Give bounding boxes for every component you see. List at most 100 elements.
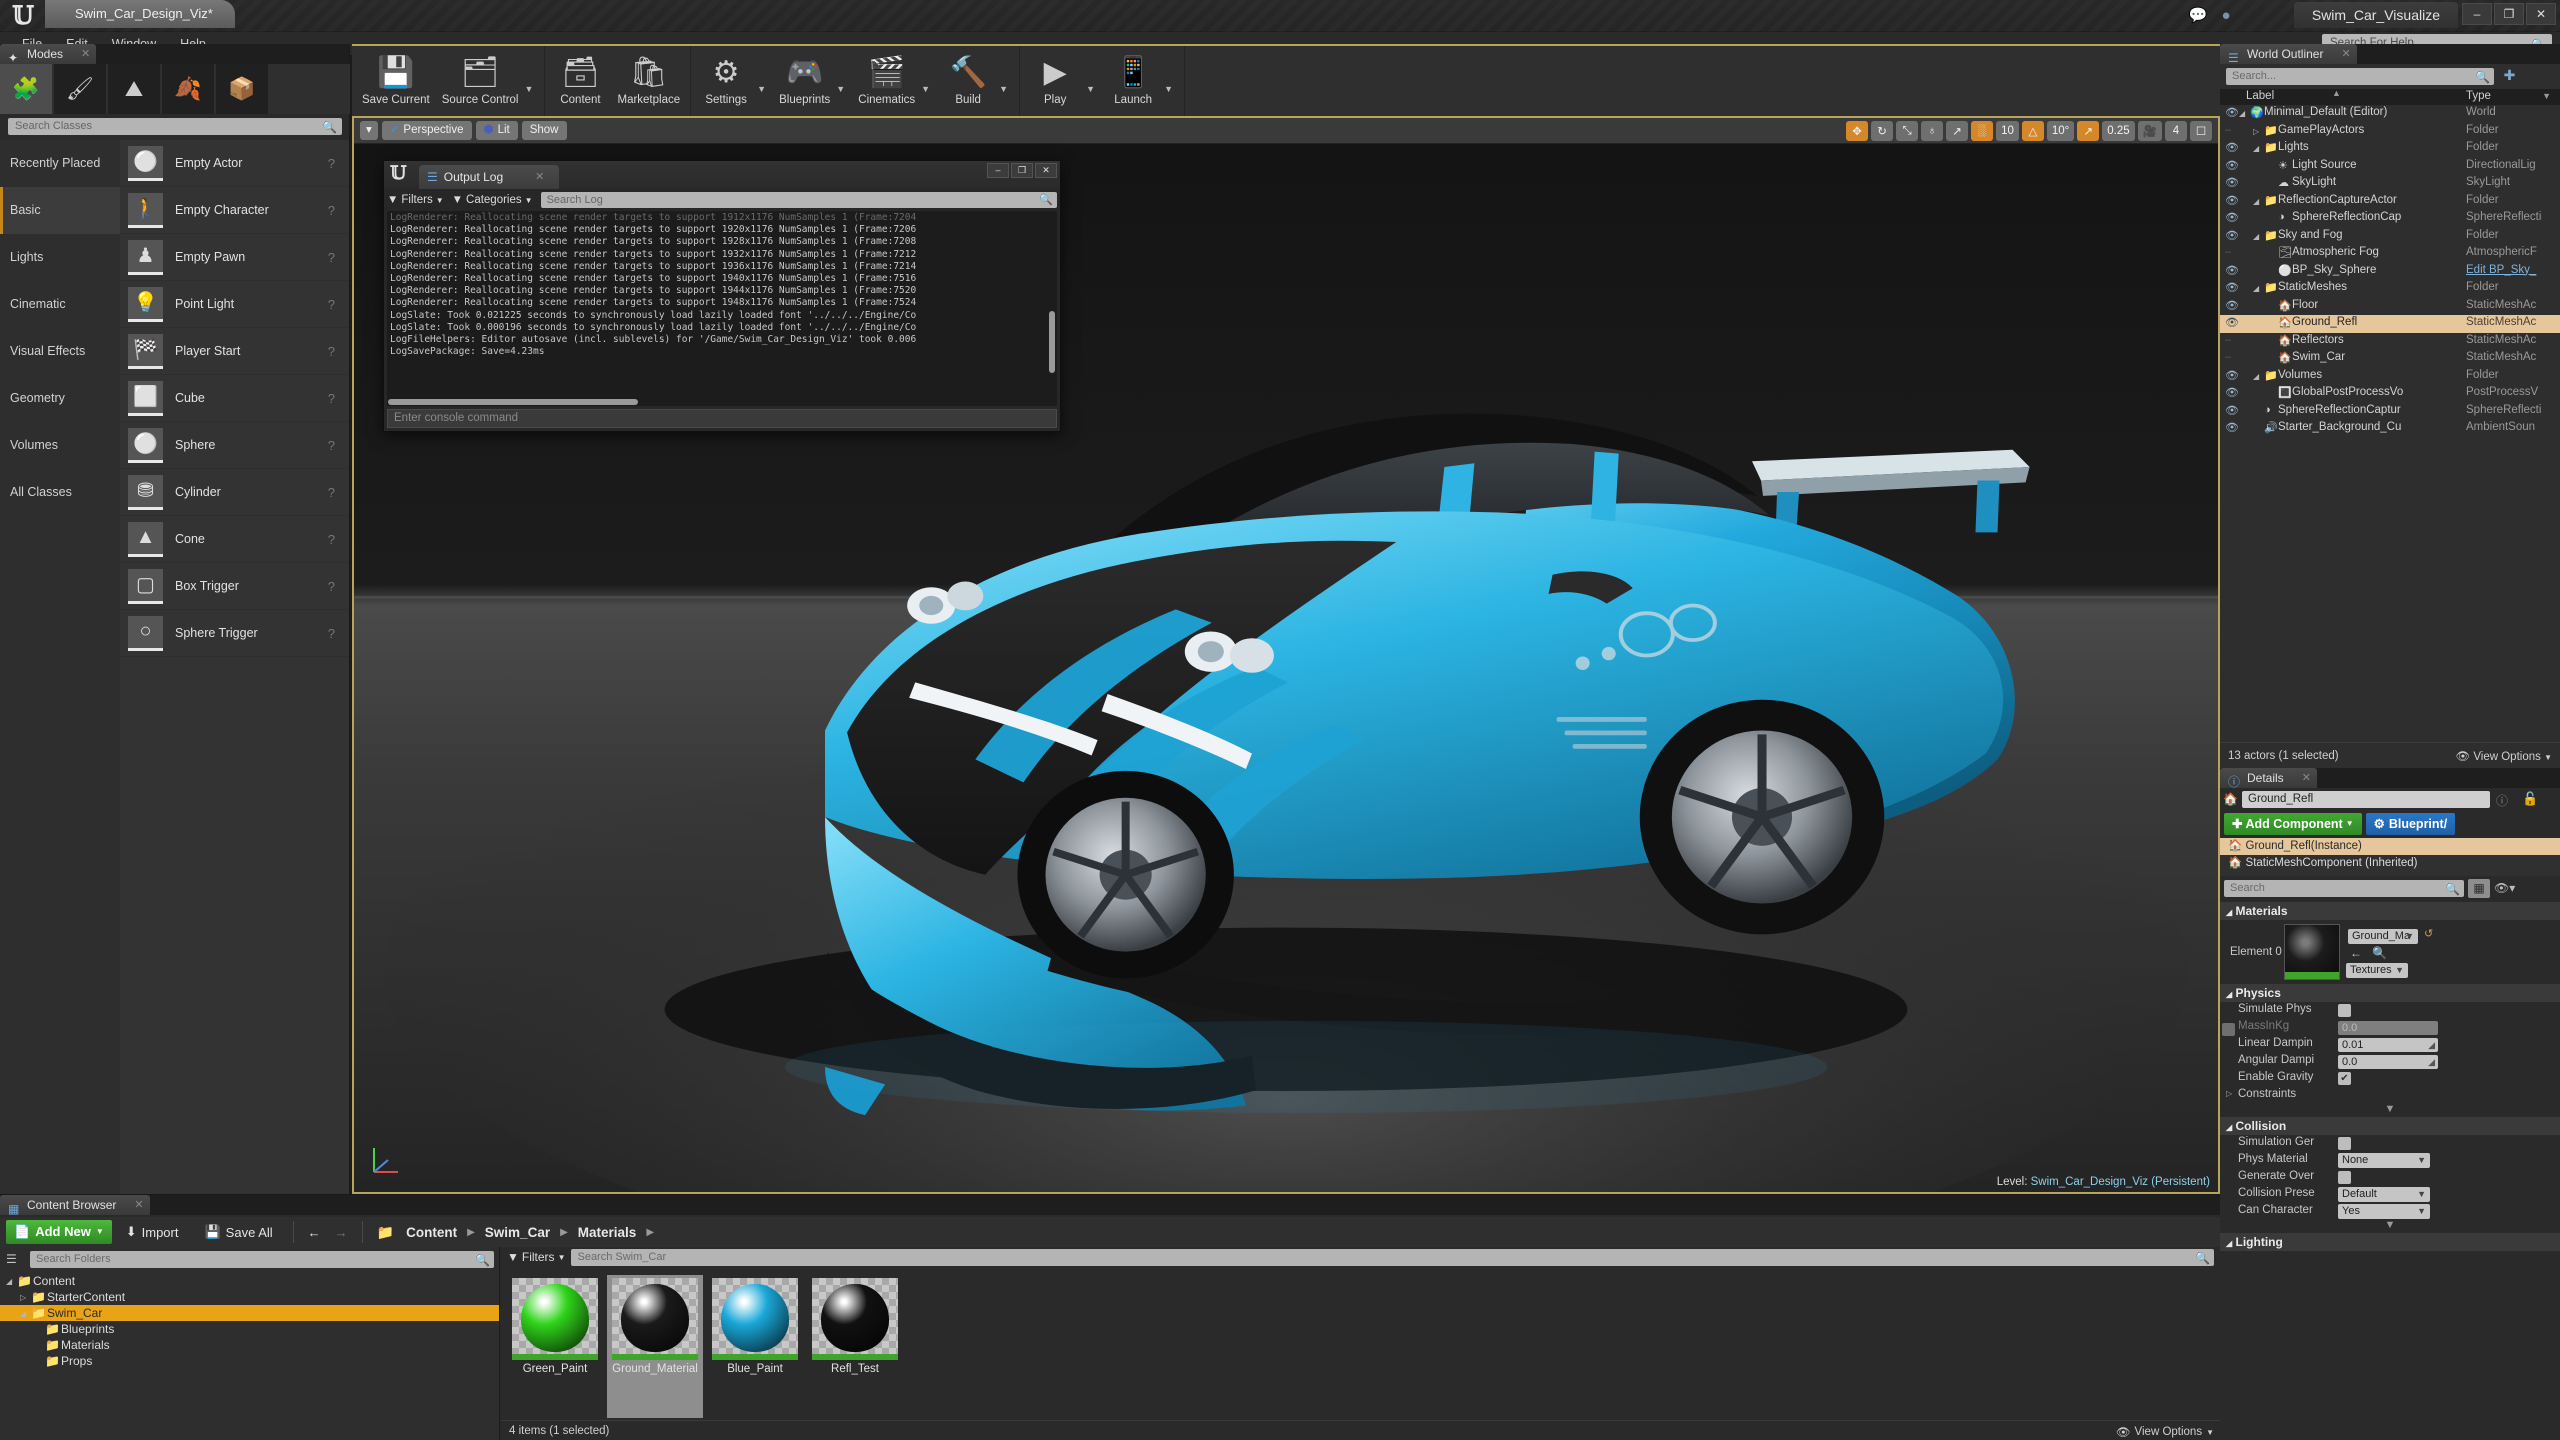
help-icon[interactable]: ? bbox=[328, 532, 335, 547]
placeable-item[interactable]: ○ Sphere Trigger? bbox=[120, 610, 349, 657]
folder-row[interactable]: ◢ 📁 Content bbox=[0, 1273, 499, 1289]
visibility-toggle-icon[interactable]: 👁 bbox=[2225, 281, 2239, 294]
placeable-item[interactable]: ⬜ Cube? bbox=[120, 375, 349, 422]
sort-ascending-icon[interactable]: ▲ bbox=[2332, 88, 2341, 98]
add-component-button[interactable]: ✚ Add Component ▼ bbox=[2224, 813, 2362, 835]
expander-icon[interactable]: ◢ bbox=[2253, 197, 2259, 206]
outliner-row[interactable]: – ▷ 📁 GamePlayActors Folder bbox=[2220, 123, 2560, 141]
visibility-toggle-icon[interactable]: – bbox=[2225, 334, 2231, 346]
close-icon[interactable]: ✕ bbox=[2341, 44, 2350, 64]
filters-button[interactable]: ▼ Filters ▼ bbox=[387, 194, 444, 206]
tab-output-log[interactable]: ☰ Output Log ✕ bbox=[419, 165, 559, 189]
toolbar-source-control-button[interactable]: 🗂 Source Control bbox=[436, 48, 525, 107]
back-button[interactable]: ← bbox=[302, 1225, 327, 1240]
add-new-button[interactable]: 📄 Add New ▼ bbox=[6, 1220, 112, 1244]
expander-icon[interactable]: ▷ bbox=[20, 1293, 26, 1302]
property-number-field[interactable]: 0.0 ◢ bbox=[2338, 1055, 2438, 1069]
property-checkbox[interactable]: ✔ bbox=[2338, 1072, 2351, 1085]
asset-tile[interactable]: Green_Paint bbox=[507, 1275, 603, 1418]
asset-search-input[interactable]: Search Swim_Car 🔍 bbox=[571, 1248, 2214, 1266]
outliner-row[interactable]: 👁 ◑ SphereReflectionCaptur SphereReflecti bbox=[2220, 403, 2560, 421]
help-icon[interactable]: ? bbox=[328, 438, 335, 453]
log-horizontal-scrollbar[interactable] bbox=[388, 399, 638, 405]
visibility-toggle-icon[interactable]: – bbox=[2225, 351, 2231, 363]
visibility-toggle-icon[interactable]: 👁 bbox=[2225, 194, 2239, 207]
maximize-button[interactable]: ❐ bbox=[1011, 163, 1033, 178]
translate-tool-icon[interactable]: ✥ bbox=[1846, 121, 1869, 141]
expander-icon[interactable]: ◢ bbox=[20, 1309, 26, 1318]
column-options-icon[interactable]: ▼ bbox=[2542, 91, 2551, 101]
help-icon[interactable]: ? bbox=[328, 156, 335, 171]
browse-icon[interactable]: ← bbox=[2350, 946, 2362, 960]
property-dropdown[interactable]: Yes ▼ bbox=[2338, 1204, 2430, 1219]
folder-row[interactable]: 📁 Blueprints bbox=[0, 1321, 499, 1337]
tab-content-browser[interactable]: ▦ Content Browser ✕ bbox=[0, 1195, 150, 1216]
modes-category-lights[interactable]: Lights bbox=[0, 234, 120, 281]
toolbar-build-button[interactable]: 🔨 Build bbox=[937, 48, 999, 107]
visibility-toggle-icon[interactable]: 👁 bbox=[2225, 404, 2239, 417]
import-button[interactable]: ⬇ Import bbox=[114, 1224, 191, 1240]
material-thumbnail[interactable] bbox=[2284, 924, 2340, 980]
placeable-item[interactable]: ⚪ Sphere? bbox=[120, 422, 349, 469]
visibility-toggle-icon[interactable]: 👁 bbox=[2225, 421, 2239, 434]
show-button[interactable]: Show bbox=[521, 121, 567, 140]
close-icon[interactable]: ✕ bbox=[134, 1195, 143, 1215]
outliner-row[interactable]: 👁 🏠 Ground_Refl StaticMeshAc bbox=[2220, 315, 2560, 333]
outliner-row[interactable]: 👁 ◢ 📁 StaticMeshes Folder bbox=[2220, 280, 2560, 298]
expander-icon[interactable]: ◢ bbox=[2253, 284, 2259, 293]
visibility-toggle-icon[interactable]: 👁 bbox=[2225, 229, 2239, 242]
add-actor-icon[interactable]: ✚ bbox=[2500, 67, 2519, 86]
modes-category-basic[interactable]: Basic bbox=[0, 187, 120, 234]
visibility-toggle-icon[interactable]: 👁 bbox=[2225, 211, 2239, 224]
details-section-header[interactable]: ◢ Lighting bbox=[2220, 1233, 2560, 1251]
world-coord-toggle-icon[interactable]: ♁ bbox=[1921, 121, 1944, 141]
landscape-mode-icon[interactable]: ⛰ bbox=[108, 64, 160, 114]
modes-category-volumes[interactable]: Volumes bbox=[0, 422, 120, 469]
column-label[interactable]: Label bbox=[2246, 90, 2274, 102]
search-icon[interactable]: 🔍 bbox=[2372, 946, 2387, 960]
visibility-toggle-icon[interactable]: 👁 bbox=[2225, 264, 2239, 277]
placeable-item[interactable]: 🚶 Empty Character? bbox=[120, 187, 349, 234]
close-button[interactable]: ✕ bbox=[2526, 3, 2556, 25]
grid-view-icon[interactable]: ▦ bbox=[2468, 879, 2490, 898]
view-options-button[interactable]: 👁 View Options ▼ bbox=[2456, 749, 2552, 763]
close-button[interactable]: ✕ bbox=[1035, 163, 1057, 178]
camera-speed-value[interactable]: 4 bbox=[2165, 121, 2187, 141]
app-tab[interactable]: Swim_Car_Visualize bbox=[2293, 2, 2458, 28]
outliner-row[interactable]: 👁 ◢ 📁 Lights Folder bbox=[2220, 140, 2560, 158]
outliner-row[interactable]: – 🏠 Reflectors StaticMeshAc bbox=[2220, 333, 2560, 351]
outliner-search-input[interactable]: Search... 🔍 bbox=[2226, 68, 2494, 85]
placeable-item[interactable]: 💡 Point Light? bbox=[120, 281, 349, 328]
visibility-toggle-icon[interactable]: 👁 bbox=[2225, 316, 2239, 329]
minimize-button[interactable]: – bbox=[987, 163, 1009, 178]
close-icon[interactable]: ✕ bbox=[535, 165, 544, 189]
output-log-window[interactable]: 𝕌 ☰ Output Log ✕ – ❐ ✕ ▼ Filters ▼ ▼ Cat… bbox=[383, 160, 1061, 432]
outliner-row[interactable]: 👁 🏠 Floor StaticMeshAc bbox=[2220, 298, 2560, 316]
outliner-row[interactable]: 👁 ◢ 🌍 Minimal_Default (Editor) World bbox=[2220, 105, 2560, 123]
outliner-row[interactable]: 👁 🔊 Starter_Background_Cu AmbientSoun bbox=[2220, 420, 2560, 438]
placeable-item[interactable]: 🏁 Player Start? bbox=[120, 328, 349, 375]
categories-button[interactable]: ▼ Categories ▼ bbox=[452, 194, 533, 206]
surface-snap-toggle-icon[interactable]: ↗ bbox=[1946, 121, 1969, 141]
chevron-down-icon[interactable]: ▼ bbox=[921, 84, 937, 94]
search-classes-input[interactable]: Search Classes 🔍 bbox=[8, 118, 342, 135]
help-icon[interactable]: ⓘ bbox=[2496, 792, 2508, 809]
placeable-item[interactable]: ▢ Box Trigger? bbox=[120, 563, 349, 610]
placeable-item[interactable]: ▲ Cone? bbox=[120, 516, 349, 563]
visibility-toggle-icon[interactable]: 👁 bbox=[2225, 386, 2239, 399]
property-checkbox[interactable] bbox=[2338, 1004, 2351, 1017]
tab-details[interactable]: ⓘ Details ✕ bbox=[2220, 768, 2317, 789]
foliage-mode-icon[interactable]: 🍂 bbox=[162, 64, 214, 114]
outliner-row[interactable]: 👁 ◢ 📁 Sky and Fog Folder bbox=[2220, 228, 2560, 246]
content-view-options-button[interactable]: 👁 View Options ▼ bbox=[2116, 1425, 2214, 1439]
visibility-toggle-icon[interactable]: 👁 bbox=[2225, 369, 2239, 382]
outliner-row[interactable]: 👁 ◑ SphereReflectionCap SphereReflecti bbox=[2220, 210, 2560, 228]
output-log-content[interactable]: LogRenderer: Reallocating scene render t… bbox=[387, 211, 1057, 406]
folder-row[interactable]: ▷ 📁 StarterContent bbox=[0, 1289, 499, 1305]
details-section-header[interactable]: ◢ Collision bbox=[2220, 1117, 2560, 1135]
component-tree-row[interactable]: 🏠 StaticMeshComponent (Inherited) bbox=[2220, 855, 2560, 872]
property-number-field[interactable]: 0.01 ◢ bbox=[2338, 1038, 2438, 1052]
folder-search-input[interactable]: Search Folders 🔍 bbox=[30, 1251, 494, 1268]
rotate-tool-icon[interactable]: ↻ bbox=[1871, 121, 1894, 141]
speech-bubble-icon[interactable]: 💬 bbox=[2188, 6, 2208, 26]
